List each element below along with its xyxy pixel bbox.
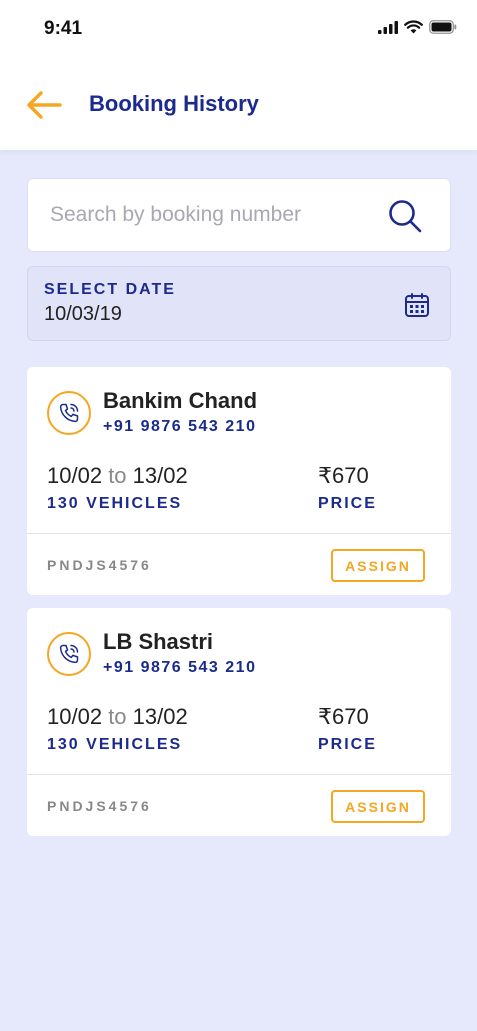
wifi-icon	[404, 20, 423, 34]
calendar-icon[interactable]	[404, 292, 430, 318]
price-label: PRICE	[318, 495, 377, 512]
status-bar: 9:41	[0, 0, 477, 58]
status-time: 9:41	[44, 18, 83, 39]
vehicle-count: 130 VEHICLES	[47, 736, 183, 753]
back-button[interactable]	[24, 88, 68, 122]
search-icon	[389, 200, 422, 233]
header: Booking History	[0, 80, 477, 130]
customer-name: Bankim Chand	[103, 388, 258, 413]
call-button[interactable]	[47, 391, 91, 435]
customer-name: LB Shastri	[103, 629, 214, 654]
customer-phone: +91 9876 543 210	[103, 418, 257, 435]
date-from: 10/02	[47, 463, 103, 488]
phone-call-icon	[59, 644, 79, 664]
top-bar: 9:41 Booking History	[0, 0, 477, 150]
battery-icon	[429, 20, 457, 34]
booking-card[interactable]: LB Shastri +91 9876 543 210 10/02 to 13/…	[27, 608, 451, 836]
card-divider	[27, 774, 451, 775]
date-from: 10/02	[47, 704, 103, 729]
booking-card[interactable]: Bankim Chand +91 9876 543 210 10/02 to 1…	[27, 367, 451, 595]
search-input[interactable]	[50, 197, 380, 233]
assign-button[interactable]: ASSIGN	[331, 549, 425, 582]
assign-button[interactable]: ASSIGN	[331, 790, 425, 823]
date-to: 13/02	[132, 704, 188, 729]
date-to-word: to	[108, 463, 127, 488]
booking-dates: 10/02 to 13/02	[47, 463, 188, 489]
status-icons	[378, 20, 457, 34]
page-title: Booking History	[89, 91, 259, 116]
vehicle-count: 130 VEHICLES	[47, 495, 183, 512]
booking-code: PNDJS4576	[47, 557, 152, 573]
booking-dates: 10/02 to 13/02	[47, 704, 188, 730]
phone-call-icon	[59, 403, 79, 423]
card-divider	[27, 533, 451, 534]
date-to: 13/02	[132, 463, 188, 488]
arrow-left-icon	[27, 91, 62, 119]
date-to-word: to	[108, 704, 127, 729]
date-picker[interactable]: SELECT DATE 10/03/19	[27, 266, 451, 341]
search-button[interactable]	[386, 197, 424, 235]
signal-icon	[378, 20, 398, 34]
booking-code: PNDJS4576	[47, 798, 152, 814]
price-label: PRICE	[318, 736, 377, 753]
price-value: ₹670	[318, 463, 369, 488]
booking-history-screen: 9:41 Booking History Search by booking n…	[0, 0, 477, 1031]
customer-phone: +91 9876 543 210	[103, 659, 257, 676]
price-value: ₹670	[318, 704, 369, 729]
search-bar	[27, 178, 451, 252]
date-value: 10/03/19	[44, 303, 122, 325]
call-button[interactable]	[47, 632, 91, 676]
date-label: SELECT DATE	[44, 281, 176, 298]
